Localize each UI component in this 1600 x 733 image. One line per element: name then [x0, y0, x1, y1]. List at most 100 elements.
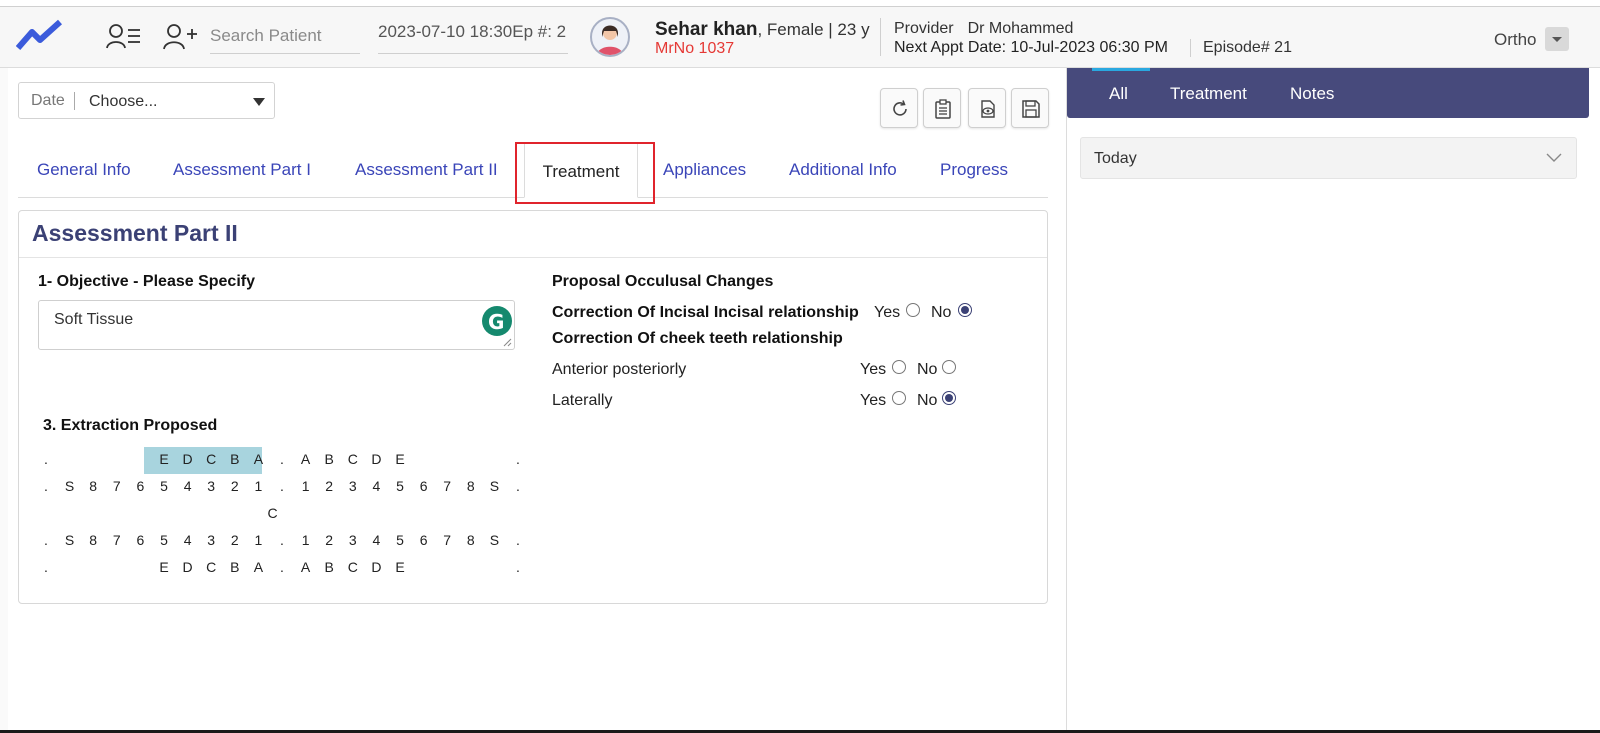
episode-number: Episode# 21	[1203, 39, 1292, 56]
patient-list-icon[interactable]	[106, 22, 142, 50]
tooth-cell[interactable]: D	[178, 447, 198, 471]
tooth-cell[interactable]: 1	[248, 474, 268, 498]
tooth-cell[interactable]: 5	[390, 528, 410, 552]
tab-assessment-part-1[interactable]: Assessment Part I	[173, 160, 311, 180]
incisal-no-radio[interactable]	[958, 303, 972, 317]
tooth-cell[interactable]: E	[390, 555, 410, 579]
tooth-cell[interactable]: 2	[319, 474, 339, 498]
right-tab-treatment[interactable]: Treatment	[1170, 84, 1247, 104]
patient-mrno: MrNo 1037	[655, 40, 735, 57]
tab-assessment-part-2[interactable]: Assessment Part II	[355, 160, 498, 180]
tooth-cell[interactable]: 7	[437, 528, 457, 552]
anterior-label: Anterior posteriorly	[552, 361, 687, 378]
grammarly-icon[interactable]: G	[482, 306, 512, 336]
tooth-cell[interactable]: 1	[248, 528, 268, 552]
tooth-cell[interactable]: D	[178, 555, 198, 579]
provider-label: Provider	[894, 20, 954, 37]
search-patient-input[interactable]	[210, 18, 360, 54]
today-group-header[interactable]: Today	[1080, 137, 1577, 179]
tooth-cell[interactable]: 3	[343, 528, 363, 552]
laterally-no-radio[interactable]	[942, 391, 956, 405]
specialty-dropdown-button[interactable]	[1545, 27, 1569, 51]
tooth-cell[interactable]: 6	[414, 528, 434, 552]
clipboard-button[interactable]	[923, 88, 961, 128]
tooth-cell[interactable]: A	[296, 447, 316, 471]
incisal-yes-radio[interactable]	[906, 303, 920, 317]
tooth-cell[interactable]: B	[225, 555, 245, 579]
tooth-cell[interactable]: 5	[154, 474, 174, 498]
tooth-cell[interactable]: A	[248, 555, 268, 579]
tooth-cell[interactable]: 6	[130, 528, 150, 552]
tooth-cell[interactable]: B	[319, 447, 339, 471]
chevron-down-icon	[1546, 153, 1562, 162]
patient-demographics: , Female | 23 y	[757, 20, 870, 39]
tooth-cell[interactable]: 8	[461, 474, 481, 498]
tooth-cell[interactable]: 4	[366, 474, 386, 498]
tooth-cell[interactable]: 8	[461, 528, 481, 552]
tooth-cell[interactable]: 1	[296, 528, 316, 552]
resize-grip-icon[interactable]	[502, 337, 512, 347]
tab-appliances[interactable]: Appliances	[663, 160, 746, 180]
tooth-cell[interactable]: 7	[107, 474, 127, 498]
tooth-cell[interactable]: 3	[343, 474, 363, 498]
tooth-cell[interactable]: 2	[225, 474, 245, 498]
tooth-cell[interactable]: 7	[107, 528, 127, 552]
tooth-cell[interactable]: 5	[154, 528, 174, 552]
tooth-cell[interactable]: 4	[178, 528, 198, 552]
tooth-row-upper-primary: .EDCBA.ABCDE.	[42, 447, 520, 471]
laterally-no-label: No	[917, 392, 938, 409]
tooth-cell[interactable]: C	[201, 447, 221, 471]
right-tab-all[interactable]: All	[1109, 84, 1128, 104]
tooth-cell[interactable]: 2	[319, 528, 339, 552]
tooth-cell[interactable]: 6	[130, 474, 150, 498]
preview-button[interactable]	[968, 88, 1006, 128]
tooth-cell[interactable]: 4	[178, 474, 198, 498]
patient-avatar	[590, 17, 630, 57]
tab-general-info[interactable]: General Info	[37, 160, 131, 180]
tooth-cell[interactable]: 2	[225, 528, 245, 552]
tab-progress[interactable]: Progress	[940, 160, 1008, 180]
tooth-cell[interactable]: 3	[201, 528, 221, 552]
tooth-cell[interactable]: E	[390, 447, 410, 471]
tooth-cell[interactable]: A	[248, 447, 268, 471]
tooth-cell[interactable]: 3	[201, 474, 221, 498]
tooth-cell[interactable]: C	[201, 555, 221, 579]
right-tab-notes[interactable]: Notes	[1290, 84, 1334, 104]
app-logo-icon[interactable]	[16, 18, 64, 52]
episode-select[interactable]: 2023-07-10 18:30Ep #: 2	[378, 18, 568, 54]
tooth-cell[interactable]: 7	[437, 474, 457, 498]
anterior-yes-radio[interactable]	[892, 360, 906, 374]
tooth-cell: .	[44, 532, 48, 548]
tooth-cell[interactable]: B	[319, 555, 339, 579]
tooth-cell[interactable]: B	[225, 447, 245, 471]
add-patient-icon[interactable]	[162, 22, 198, 50]
tooth-cell[interactable]: 6	[414, 474, 434, 498]
tooth-cell: .	[516, 451, 520, 467]
objective-textarea[interactable]: Soft Tissue G	[38, 300, 515, 350]
tooth-cell[interactable]: D	[366, 447, 386, 471]
tab-additional-info[interactable]: Additional Info	[789, 160, 897, 180]
tooth-cell[interactable]: C	[343, 555, 363, 579]
proposal-heading: Proposal Occulusal Changes	[552, 273, 774, 290]
refresh-button[interactable]	[880, 88, 918, 128]
tooth-cell[interactable]: S	[60, 474, 80, 498]
laterally-yes-label: Yes	[860, 392, 887, 409]
laterally-yes-radio[interactable]	[892, 391, 906, 405]
anterior-no-radio[interactable]	[942, 360, 956, 374]
tooth-cell[interactable]: S	[484, 528, 504, 552]
tooth-cell[interactable]: D	[366, 555, 386, 579]
tooth-cell[interactable]: C	[343, 447, 363, 471]
tooth-cell[interactable]: 4	[366, 528, 386, 552]
tooth-cell[interactable]: E	[154, 555, 174, 579]
tooth-cell[interactable]: 8	[83, 474, 103, 498]
tooth-cell[interactable]: E	[154, 447, 174, 471]
tooth-cell[interactable]: 5	[390, 474, 410, 498]
date-filter-select[interactable]: Date Choose...	[18, 82, 275, 119]
tooth-cell[interactable]: 8	[83, 528, 103, 552]
tooth-cell[interactable]: S	[60, 528, 80, 552]
tooth-cell[interactable]: A	[296, 555, 316, 579]
tooth-cell[interactable]: S	[484, 474, 504, 498]
tooth-cell[interactable]: 1	[296, 474, 316, 498]
save-button[interactable]	[1011, 88, 1049, 128]
tooth-cell: .	[44, 478, 48, 494]
